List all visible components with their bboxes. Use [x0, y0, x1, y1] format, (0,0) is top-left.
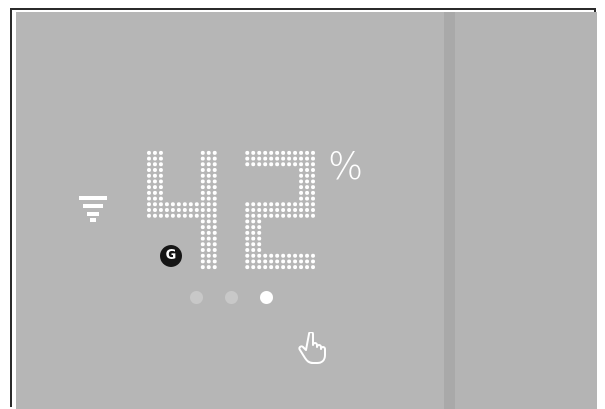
- right-touch-panel[interactable]: [455, 12, 597, 409]
- digit-1: [245, 150, 315, 270]
- unit-label: %: [328, 145, 364, 188]
- google-g-icon[interactable]: G: [160, 245, 182, 267]
- touch-hand-icon: [298, 332, 326, 364]
- page-dot-3[interactable]: [260, 291, 273, 304]
- network-signal-icon: [79, 196, 107, 222]
- digit-0: [147, 150, 217, 270]
- page-dot-2[interactable]: [225, 291, 238, 304]
- page-indicator[interactable]: [190, 291, 274, 305]
- side-divider-strip: [444, 12, 455, 409]
- page-dot-1[interactable]: [190, 291, 203, 304]
- thermostat-frame: % G: [0, 0, 605, 409]
